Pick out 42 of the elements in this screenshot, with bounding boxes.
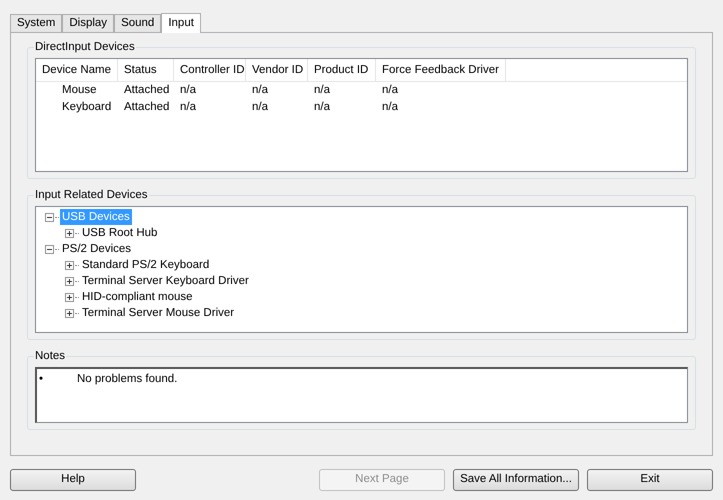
table-cell-text: Attached	[123, 100, 170, 115]
column-header[interactable]: Controller ID	[174, 59, 246, 81]
column-header[interactable]: Vendor ID	[246, 59, 308, 81]
table-cell-text: n/a	[179, 100, 197, 115]
table-cell-text: n/a	[313, 100, 331, 115]
table-cell-text: n/a	[313, 83, 331, 98]
bullet: •	[38, 372, 44, 387]
tree-item[interactable]: Standard PS/2 Keyboard	[80, 257, 212, 273]
column-header[interactable]: Device Name	[36, 59, 118, 81]
collapse-icon[interactable]	[45, 212, 54, 222]
column-header[interactable]: Force Feedback Driver	[376, 59, 506, 81]
group-title: DirectInput Devices	[34, 40, 136, 54]
note-text: No problems found.	[77, 372, 178, 387]
tree-item[interactable]: Terminal Server Mouse Driver	[80, 305, 236, 321]
table-cell-text: n/a	[381, 83, 399, 98]
group-title: Input Related Devices	[34, 188, 149, 202]
column-header[interactable]: Product ID	[308, 59, 376, 81]
expand-icon[interactable]	[65, 260, 74, 270]
expand-icon[interactable]	[65, 228, 74, 238]
table-cell-text: Keyboard	[61, 100, 112, 115]
tab[interactable]: Sound	[114, 14, 162, 32]
table-cell-text: n/a	[179, 83, 197, 98]
table-cell-text: n/a	[251, 83, 269, 98]
tree-item[interactable]: USB Root Hub	[80, 225, 160, 241]
tree-item[interactable]: Terminal Server Keyboard Driver	[80, 273, 251, 289]
table-cell-text: n/a	[381, 100, 399, 115]
expand-icon[interactable]	[65, 292, 74, 302]
dialog-button[interactable]: Exit	[587, 469, 713, 491]
tab[interactable]: Input	[161, 13, 201, 33]
table-cell-text: Attached	[123, 83, 170, 98]
expand-icon[interactable]	[65, 276, 74, 286]
tab[interactable]: Display	[62, 14, 114, 32]
dialog-button[interactable]: Help	[10, 469, 136, 491]
table-cell-text: Mouse	[61, 83, 98, 98]
table-cell-text: n/a	[251, 100, 269, 115]
collapse-icon[interactable]	[45, 244, 54, 254]
tab[interactable]: System	[10, 14, 62, 32]
expand-icon[interactable]	[65, 308, 74, 318]
dialog-button[interactable]: Save All Information...	[453, 469, 579, 491]
tree-item[interactable]: HID-compliant mouse	[80, 289, 195, 305]
tree-item[interactable]: PS/2 Devices	[60, 241, 134, 257]
column-header[interactable]: Status	[118, 59, 174, 81]
